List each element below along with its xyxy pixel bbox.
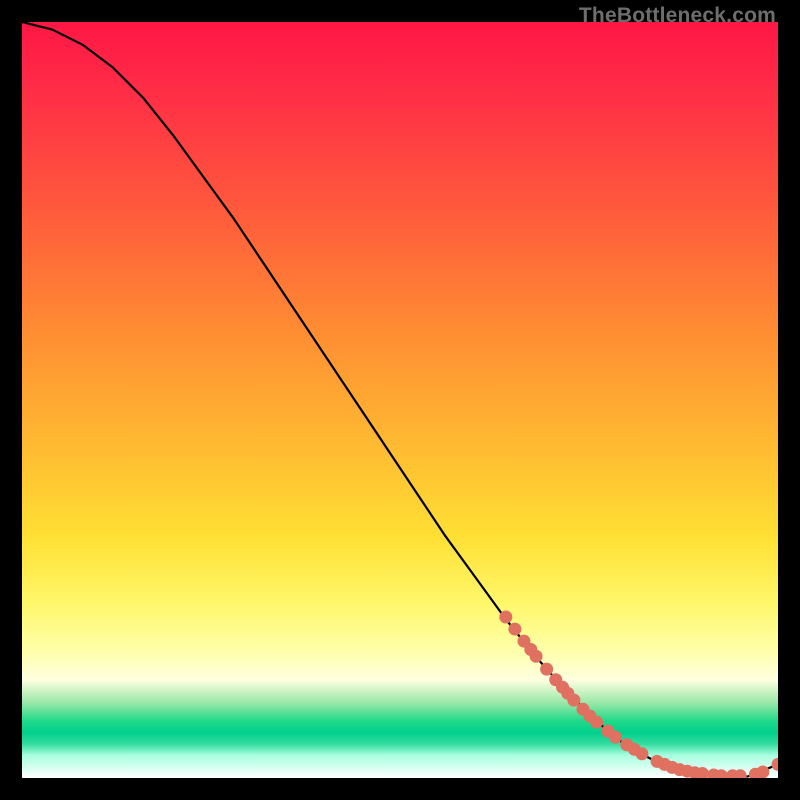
- background-gradient: [22, 22, 778, 778]
- chart-stage: TheBottleneck.com: [0, 0, 800, 800]
- plot-area: [22, 22, 778, 778]
- watermark-text: TheBottleneck.com: [579, 4, 776, 28]
